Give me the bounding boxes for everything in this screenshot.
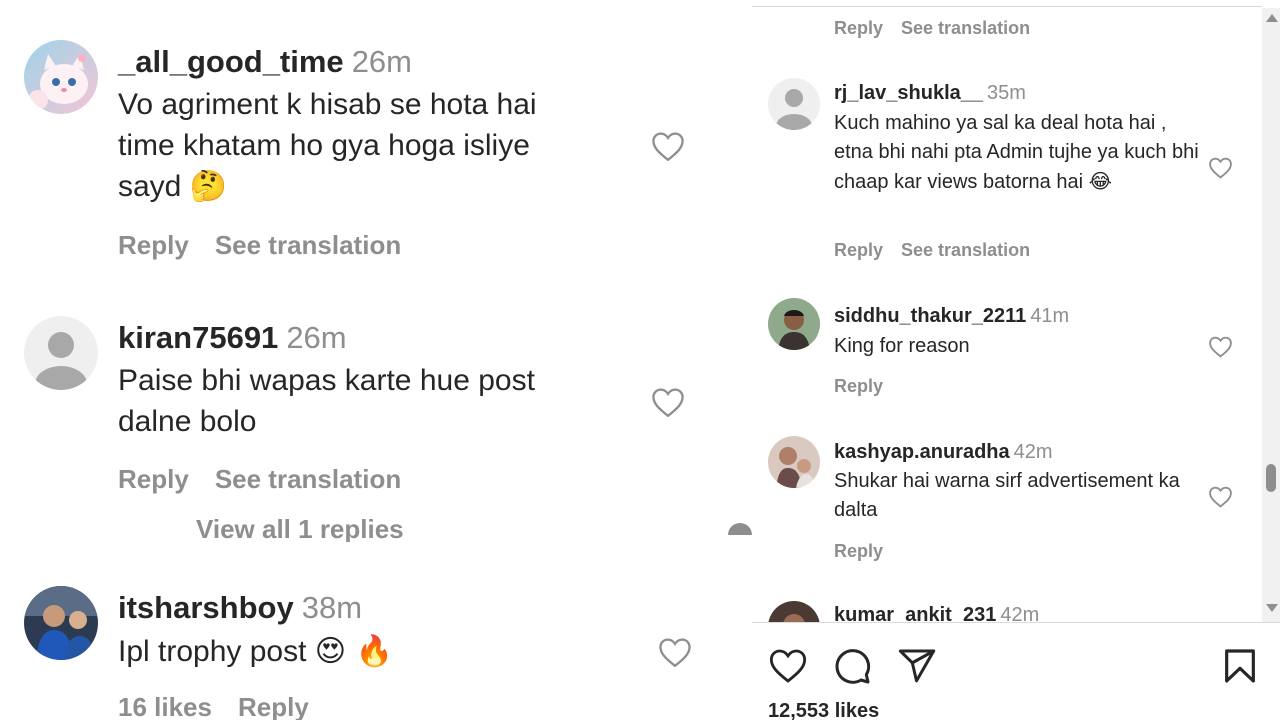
comment-time: 41m — [1030, 305, 1070, 327]
comment-likes[interactable]: 16 likes — [118, 692, 212, 720]
thinking-emoji: 🤔 — [189, 169, 228, 204]
comment-time: 35m — [987, 82, 1026, 104]
comment-time: 38m — [301, 590, 363, 625]
avatar[interactable] — [768, 298, 820, 350]
reply-button[interactable]: Reply — [834, 376, 883, 396]
comment-username[interactable]: kiran75691 26m — [118, 320, 347, 356]
avatar[interactable] — [24, 586, 98, 660]
heart-icon[interactable] — [1208, 156, 1233, 179]
divider — [752, 6, 1262, 7]
view-all-replies-label[interactable]: View all 1 replies — [196, 516, 404, 542]
see-translation-button[interactable]: See translation — [901, 240, 1030, 260]
heart-icon[interactable] — [1208, 485, 1233, 508]
share-icon[interactable] — [897, 646, 937, 686]
scroll-down-arrow-icon[interactable] — [1266, 604, 1278, 612]
scrollbar[interactable] — [1262, 8, 1280, 622]
scroll-up-arrow-icon[interactable] — [1266, 14, 1278, 22]
username-text[interactable]: _all_good_time — [118, 44, 344, 79]
comment-time: 42m — [1013, 441, 1053, 463]
comment-actions: Reply See translation — [834, 18, 1048, 39]
comment-body: Kuch mahino ya sal ka deal hota hai , et… — [834, 112, 1199, 193]
comment-body: Paise bhi wapas karte hue post dalne bol… — [118, 364, 535, 438]
comment-username[interactable]: siddhu_thakur_2211 41m — [834, 305, 1069, 328]
comments-list: Reply See translation rj_lav_shukla__ 35m … — [752, 8, 1262, 622]
username-text[interactable]: rj_lav_shukla__ — [834, 82, 983, 104]
comment-username[interactable]: _all_good_time 26m — [118, 44, 412, 80]
likes-count-text[interactable]: 12,553 likes — [768, 700, 879, 720]
comment-username[interactable]: rj_lav_shukla__ 35m — [834, 82, 1026, 105]
comment-text: King for reason — [834, 332, 1204, 361]
comment-body: King for reason — [834, 335, 970, 357]
comment-time: 26m — [351, 44, 412, 79]
comment-text: Kuch mahino ya sal ka deal hota hai , et… — [834, 109, 1204, 197]
panel-gap — [722, 0, 752, 720]
divider — [752, 622, 1280, 623]
zoomed-comments-panel: _all_good_time 26m Vo agriment k hisab se… — [0, 0, 722, 720]
username-text[interactable]: kashyap.anuradha — [834, 441, 1010, 463]
avatar[interactable] — [768, 78, 820, 130]
comment-text: Vo agriment k hisab se hota hai time kha… — [118, 84, 598, 207]
avatar[interactable] — [24, 316, 98, 390]
comment-username[interactable]: itsharshboy 38m — [118, 590, 362, 626]
comment-actions: Reply See translation — [118, 230, 427, 261]
heart-icon[interactable] — [650, 130, 686, 162]
reply-button[interactable]: Reply — [834, 18, 883, 38]
comment-actions: Reply See translation — [118, 464, 427, 495]
comment-body: Vo agriment k hisab se hota hai time kha… — [118, 88, 537, 203]
reply-button[interactable]: Reply — [834, 541, 883, 561]
comments-panel: Reply See translation rj_lav_shukla__ 35m … — [752, 0, 1280, 720]
reply-button[interactable]: Reply — [118, 230, 189, 260]
reply-button[interactable]: Reply — [118, 464, 189, 494]
heart-icon[interactable] — [657, 636, 693, 668]
comment-body: Shukar hai warna sirf advertisement ka d… — [834, 470, 1180, 521]
heart-eyes-fire-emoji: 😍 🔥 — [314, 634, 393, 669]
comment-actions: 16 likes Reply — [118, 692, 335, 720]
comment-actions: Reply — [834, 376, 901, 397]
comment-username[interactable]: kumar_ankit_231 42m — [834, 604, 1039, 622]
view-all-replies-button[interactable]: View all 1 replies — [196, 512, 404, 542]
reply-button[interactable]: Reply — [834, 240, 883, 260]
avatar[interactable] — [768, 436, 820, 488]
comment-icon[interactable] — [832, 646, 872, 686]
see-translation-button[interactable]: See translation — [901, 18, 1030, 38]
comment-time: 26m — [286, 320, 347, 355]
heart-icon[interactable] — [650, 386, 686, 418]
laughing-emoji: 😂 — [1088, 169, 1112, 193]
comment-actions: Reply See translation — [834, 240, 1048, 261]
username-text[interactable]: siddhu_thakur_2211 — [834, 305, 1026, 327]
comment-body: Ipl trophy post — [118, 635, 307, 668]
post-action-bar — [752, 632, 1280, 692]
see-translation-button[interactable]: See translation — [215, 464, 401, 494]
heart-icon[interactable] — [768, 646, 808, 686]
scrollbar-thumb[interactable] — [1266, 464, 1276, 492]
see-translation-button[interactable]: See translation — [215, 230, 401, 260]
comment-text: Ipl trophy post 😍 🔥 — [118, 631, 598, 672]
comment-time: 42m — [1000, 604, 1040, 622]
reply-button[interactable]: Reply — [238, 692, 309, 720]
username-text[interactable]: kumar_ankit_231 — [834, 604, 996, 622]
username-text[interactable]: kiran75691 — [118, 320, 278, 355]
comment-username[interactable]: kashyap.anuradha 42m — [834, 441, 1053, 464]
bookmark-icon[interactable] — [1220, 646, 1260, 686]
comment-text: Shukar hai warna sirf advertisement ka d… — [834, 467, 1204, 525]
avatar[interactable] — [768, 601, 820, 622]
heart-icon[interactable] — [1208, 335, 1233, 358]
comment-actions: Reply — [834, 541, 901, 562]
avatar[interactable] — [24, 40, 98, 114]
username-text[interactable]: itsharshboy — [118, 590, 294, 625]
comment-text: Paise bhi wapas karte hue post dalne bol… — [118, 360, 598, 442]
post-likes-count[interactable]: 12,553 likes — [768, 700, 879, 720]
